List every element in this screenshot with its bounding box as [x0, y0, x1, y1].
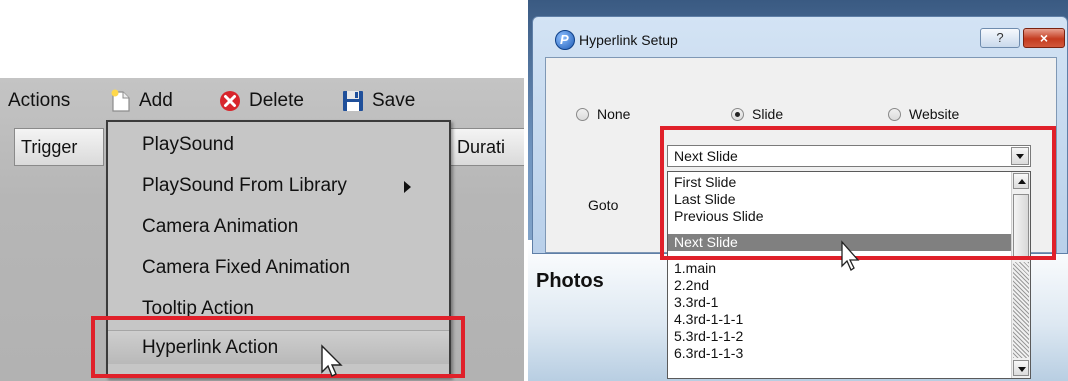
app-logo-icon: P — [555, 30, 575, 50]
left-screenshot: Actions Add Delete Save Trigger Durati P… — [0, 0, 524, 381]
radio-label: Website — [909, 106, 960, 122]
menu-item-playsound[interactable]: PlaySound — [108, 128, 449, 162]
radio-checked-icon — [731, 107, 744, 121]
dropdown-option-3rd-1-1-3[interactable]: 6.3rd-1-1-3 — [668, 345, 1012, 362]
menu-item-label: PlaySound From Library — [142, 175, 347, 196]
help-button[interactable]: ? — [980, 28, 1020, 48]
scroll-down-button[interactable] — [1013, 360, 1029, 376]
goto-label: Goto — [588, 197, 619, 213]
radio-slide[interactable]: Slide — [731, 106, 783, 122]
delete-button-label: Delete — [249, 90, 304, 111]
menu-item-camera-animation[interactable]: Camera Animation — [108, 210, 449, 244]
menu-item-camera-fixed-animation[interactable]: Camera Fixed Animation — [108, 251, 449, 285]
column-header-trigger[interactable]: Trigger — [14, 128, 104, 166]
dropdown-option-2nd[interactable]: 2.2nd — [668, 277, 1012, 294]
menu-item-label: Camera Fixed Animation — [142, 257, 351, 278]
delete-x-icon — [220, 91, 240, 111]
scrollbar-track[interactable] — [1013, 262, 1029, 358]
dropdown-option-3rd-1[interactable]: 3.3rd-1 — [668, 294, 1012, 311]
radio-circle-icon — [888, 107, 901, 121]
mouse-pointer-icon — [321, 344, 343, 377]
add-button[interactable]: Add — [110, 86, 173, 116]
dialog-title: Hyperlink Setup — [579, 32, 678, 48]
chevron-down-icon — [1018, 367, 1026, 372]
menu-item-label: Camera Animation — [142, 216, 299, 237]
photos-label: Photos — [536, 270, 604, 292]
dialog-titlebar[interactable]: P Hyperlink Setup ? × — [533, 17, 1067, 57]
floppy-disk-icon — [343, 91, 363, 111]
radio-label: Slide — [752, 106, 784, 122]
radio-circle-icon — [576, 107, 589, 121]
dropdown-option-3rd-1-1-2[interactable]: 5.3rd-1-1-2 — [668, 328, 1012, 345]
save-button[interactable]: Save — [341, 86, 415, 116]
dropdown-option-3rd-1-1-1[interactable]: 4.3rd-1-1-1 — [668, 311, 1012, 328]
delete-button[interactable]: Delete — [218, 86, 304, 116]
highlight-box-hyperlink-action — [91, 316, 465, 378]
actions-label: Actions — [8, 90, 71, 111]
radio-website[interactable]: Website — [888, 106, 959, 122]
close-button[interactable]: × — [1023, 28, 1065, 48]
mouse-pointer-icon — [841, 240, 860, 271]
radio-none[interactable]: None — [576, 106, 630, 122]
radio-label: None — [597, 106, 631, 122]
submenu-arrow-icon — [404, 181, 411, 193]
column-header-duration[interactable]: Durati — [450, 128, 524, 166]
save-button-label: Save — [372, 90, 416, 111]
menu-item-playsound-from-library[interactable]: PlaySound From Library — [108, 169, 449, 203]
menu-item-label: PlaySound — [142, 134, 234, 155]
add-button-label: Add — [139, 90, 173, 111]
new-document-icon — [111, 89, 130, 112]
